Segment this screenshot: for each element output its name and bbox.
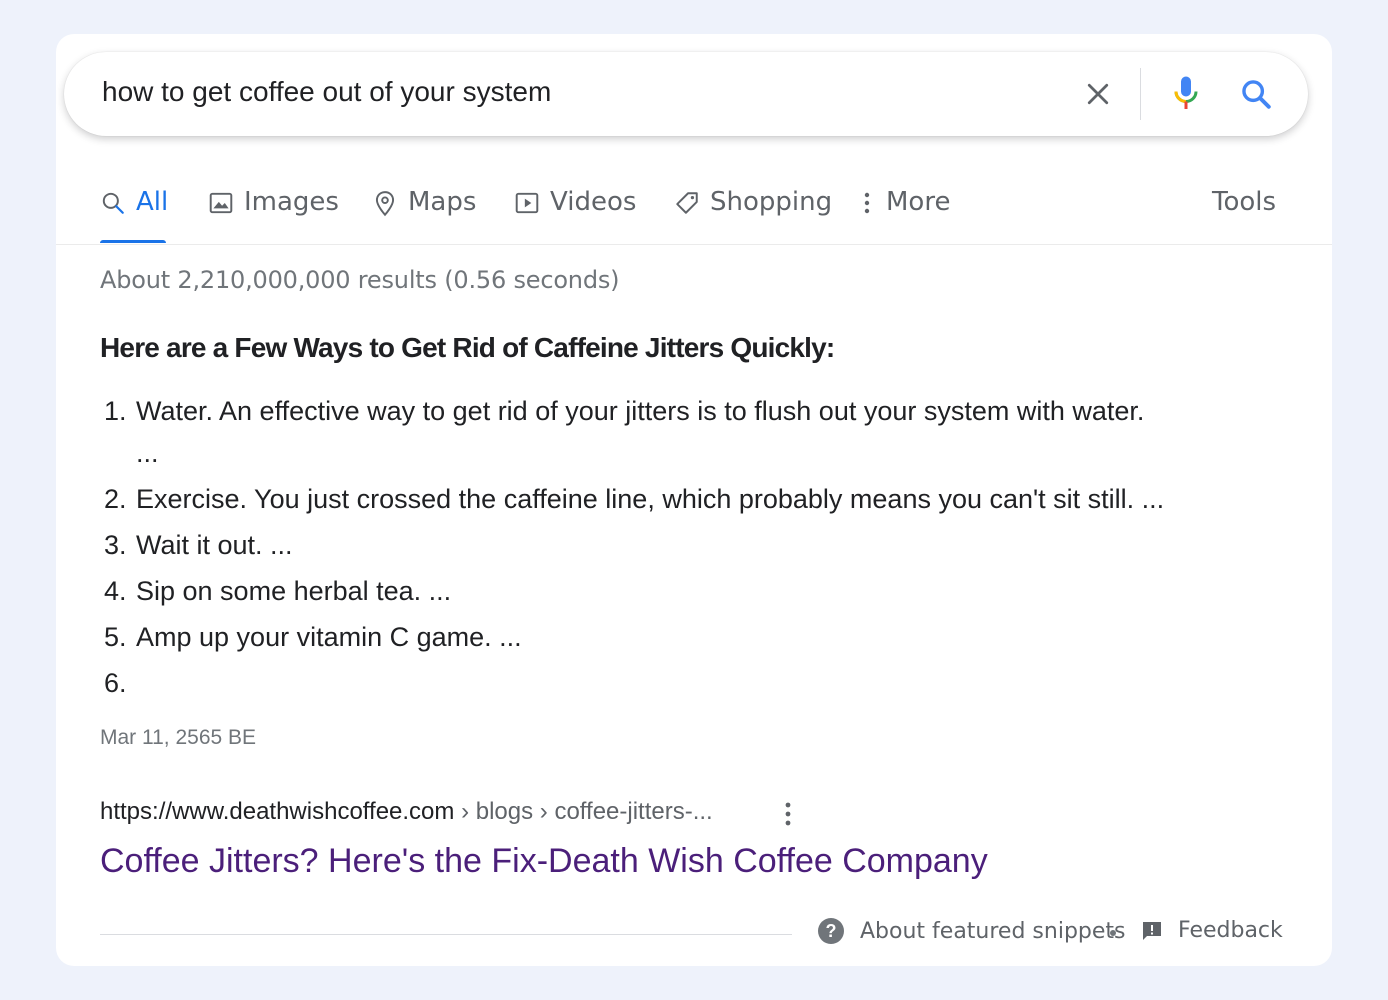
tab-images[interactable]: Images [208, 184, 339, 244]
list-item-continuation: ... [136, 438, 159, 468]
list-item-number: 3. [104, 530, 127, 560]
feedback-label: Feedback [1178, 918, 1283, 943]
help-icon: ? [818, 918, 844, 944]
microphone-icon[interactable] [1164, 72, 1208, 116]
list-item-number: 6. [104, 668, 127, 698]
snippet-date: Mar 11, 2565 BE [100, 726, 257, 749]
list-item: 5. Amp up your vitamin C game. ... [104, 616, 1264, 662]
tools-button[interactable]: Tools [1212, 184, 1276, 244]
snippet-list: 1. Water. An effective way to get rid of… [104, 390, 1264, 708]
list-item: 4. Sip on some herbal tea. ... [104, 570, 1264, 616]
tab-videos[interactable]: Videos [514, 184, 636, 244]
tab-label: All [136, 187, 169, 217]
breadcrumb: › blogs › coffee-jitters-... [454, 798, 713, 825]
list-item-number: 1. [104, 396, 127, 426]
close-icon[interactable] [1076, 72, 1120, 116]
tab-more[interactable]: More [862, 184, 950, 244]
search-bar[interactable]: how to get coffee out of your system [64, 52, 1308, 136]
tab-label: More [886, 187, 951, 217]
tab-all[interactable]: All [100, 184, 168, 244]
list-item-number: 5. [104, 622, 127, 652]
search-input[interactable]: how to get coffee out of your system [102, 76, 551, 108]
list-item: 3. Wait it out. ... [104, 524, 1264, 570]
more-vert-icon[interactable] [778, 800, 798, 828]
image-icon [208, 190, 234, 218]
list-item-number: 4. [104, 576, 127, 606]
more-vert-icon [862, 190, 876, 218]
result-title-link[interactable]: Coffee Jitters? Here's the Fix-Death Wis… [100, 842, 988, 881]
tab-label: Shopping [710, 187, 833, 217]
list-item-text: Exercise. You just crossed the caffeine … [136, 484, 1165, 514]
search-icon [100, 190, 126, 218]
active-tab-indicator [100, 240, 166, 243]
tab-label: Videos [550, 187, 637, 217]
result-url[interactable]: https://www.deathwishcoffee.com › blogs … [100, 798, 713, 826]
tab-maps[interactable]: Maps [372, 184, 476, 244]
separator-dot [1110, 930, 1116, 936]
feedback-icon [1140, 919, 1164, 943]
feedback-button[interactable]: Feedback [1140, 918, 1283, 943]
list-item-text: Amp up your vitamin C game. ... [136, 622, 522, 652]
tab-shopping[interactable]: Shopping [674, 184, 832, 244]
tab-label: Maps [408, 187, 477, 217]
footer-divider [100, 934, 792, 935]
list-item-text: Sip on some herbal tea. ... [136, 576, 452, 606]
play-icon [514, 190, 540, 218]
map-pin-icon [372, 190, 398, 218]
result-stats: About 2,210,000,000 results (0.56 second… [100, 266, 620, 294]
about-label: About featured snippets [860, 918, 1126, 944]
list-item-text: Wait it out. ... [136, 530, 293, 560]
about-featured-snippets-button[interactable]: ? About featured snippets [818, 918, 1126, 944]
result-url-base: https://www.deathwishcoffee.com [100, 798, 455, 825]
tools-label: Tools [1212, 187, 1277, 217]
results-card: how to get coffee out of your system All… [56, 34, 1332, 966]
search-tabs: All Images Maps Videos Shopping More Too… [56, 184, 1332, 244]
tag-icon [674, 190, 700, 218]
list-item-number: 2. [104, 484, 127, 514]
list-item: 2. Exercise. You just crossed the caffei… [104, 478, 1264, 524]
search-icon[interactable] [1234, 72, 1278, 116]
list-item-text: Water. An effective way to get rid of yo… [136, 396, 1145, 426]
list-item: 1. Water. An effective way to get rid of… [104, 390, 1264, 478]
search-bar-divider [1140, 68, 1141, 120]
snippet-heading: Here are a Few Ways to Get Rid of Caffei… [100, 332, 835, 363]
tabs-divider [56, 244, 1332, 245]
list-item: 6. [104, 662, 1264, 708]
tab-label: Images [244, 187, 339, 217]
